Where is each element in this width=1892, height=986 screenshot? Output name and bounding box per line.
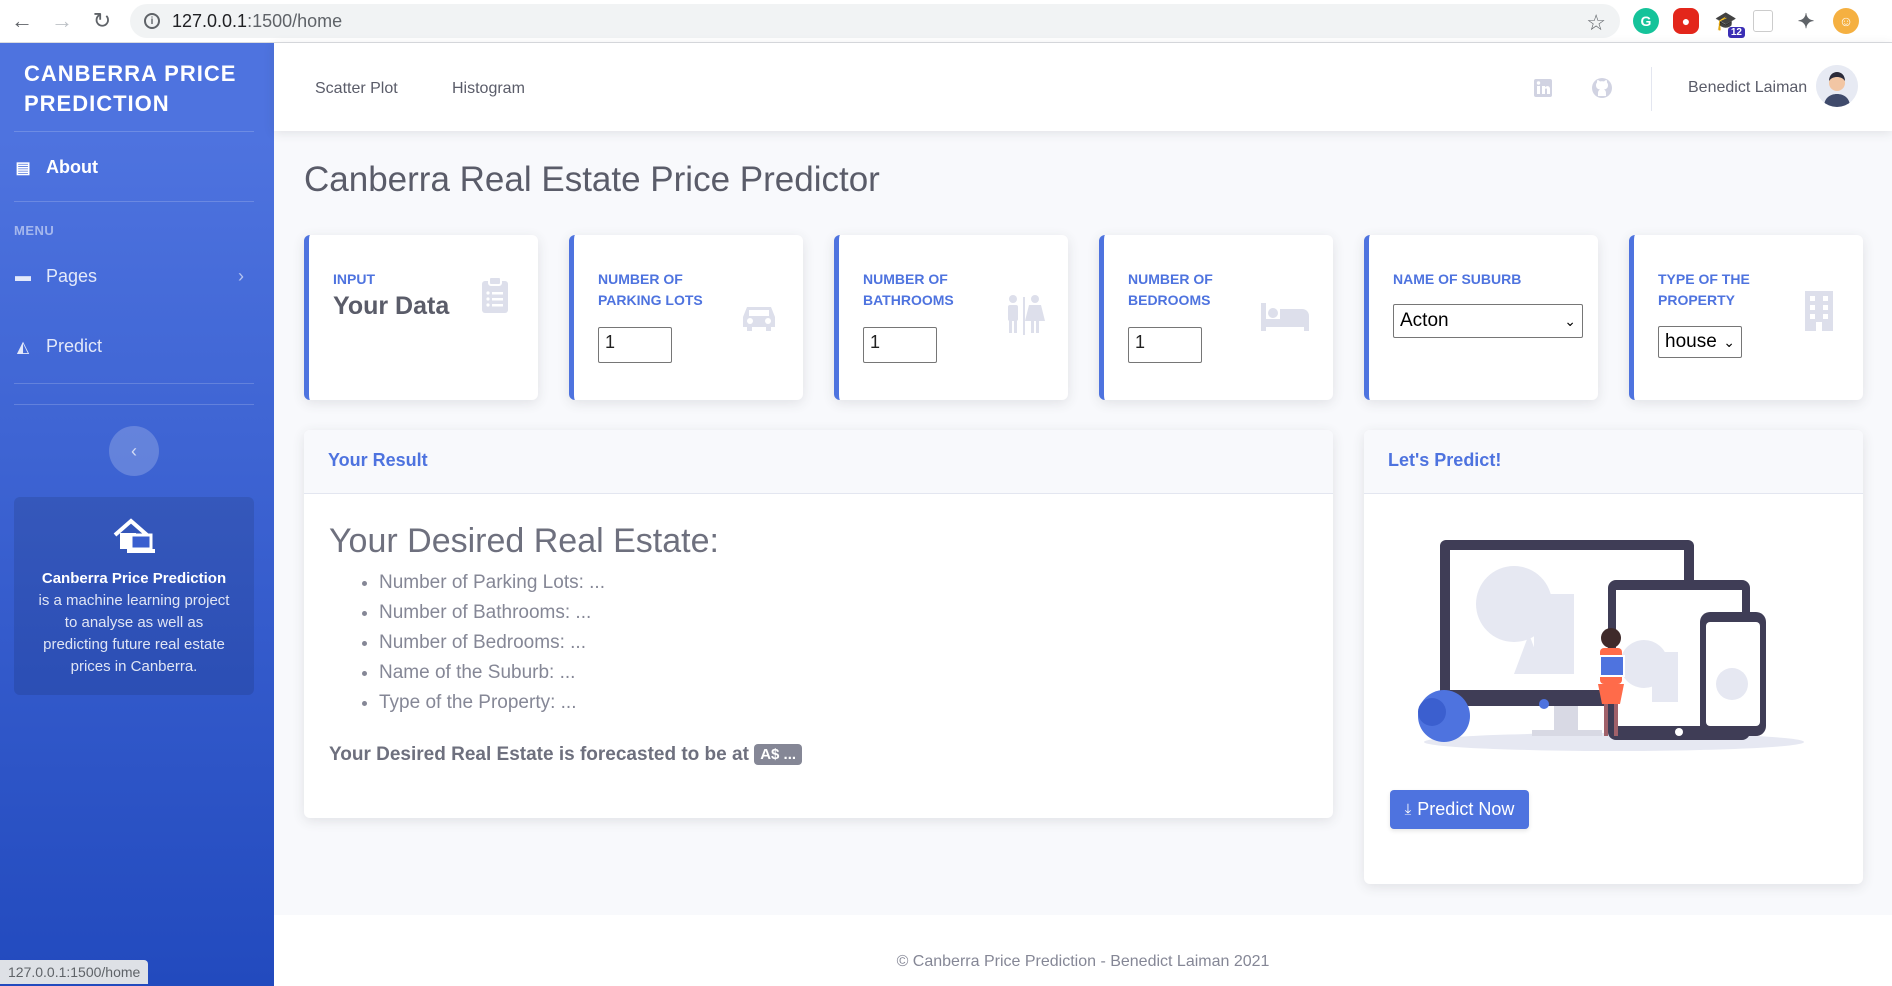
reload-icon[interactable]: ↻ — [84, 3, 120, 39]
clipboard-list-icon — [482, 276, 508, 313]
footer-copyright: © Canberra Price Prediction - Benedict L… — [896, 953, 1270, 970]
suburb-select[interactable]: Acton ⌄ — [1393, 304, 1583, 338]
devices-illustration — [1418, 540, 1804, 751]
user-name[interactable]: Benedict Laiman — [1688, 79, 1807, 97]
parking-lots-input[interactable]: 1 — [598, 327, 672, 363]
card-suburb: NAME OF SUBURB Acton ⌄ — [1364, 235, 1598, 400]
card-label: NUMBER OF PARKING LOTS — [598, 271, 703, 308]
list-item: Number of Parking Lots: ... — [379, 568, 605, 598]
card-label: NUMBER OF BEDROOMS — [1128, 271, 1213, 308]
page-title: Canberra Real Estate Price Predictor — [304, 160, 880, 199]
card-property-type: TYPE OF THE PROPERTY house ⌄ — [1629, 235, 1863, 400]
grammarly-extension-icon[interactable]: G — [1633, 8, 1659, 34]
result-panel: Your Result Your Desired Real Estate: Nu… — [304, 430, 1333, 818]
sidebar-info-text: Canberra Price Prediction is a machine l… — [38, 570, 230, 675]
sidebar-item-label: Pages — [46, 266, 98, 286]
suburb-select-value: Acton — [1400, 310, 1449, 331]
topbar: Scatter Plot Histogram Benedict Laiman — [274, 43, 1892, 131]
property-type-select-value: house — [1665, 331, 1717, 352]
linkedin-icon[interactable] — [1532, 77, 1554, 99]
property-type-select[interactable]: house ⌄ — [1658, 326, 1742, 358]
result-panel-header: Your Result — [304, 430, 1333, 494]
topbar-divider — [1651, 67, 1652, 111]
card-label: NUMBER OF BATHROOMS — [863, 271, 954, 308]
house-laptop-icon — [113, 518, 155, 553]
car-icon — [743, 307, 775, 331]
result-title: Your Desired Real Estate: — [329, 522, 719, 560]
card-label: NAME OF SUBURB — [1393, 271, 1522, 287]
sidebar-item-label: Predict — [46, 336, 103, 356]
sidebar-item-pages[interactable]: ▬ Pages › — [14, 266, 254, 287]
calendar-extension-icon[interactable] — [1753, 10, 1773, 32]
building-icon — [1805, 291, 1833, 331]
forecast-text: Your Desired Real Estate is forecasted t… — [329, 744, 803, 766]
list-item: Number of Bedrooms: ... — [379, 628, 605, 658]
list-item: Type of the Property: ... — [379, 688, 605, 718]
extensions-puzzle-icon[interactable]: ✦ — [1793, 8, 1819, 34]
download-icon: ⤓ — [1404, 801, 1412, 818]
sidebar-divider — [14, 201, 254, 202]
chevron-right-icon: › — [238, 266, 244, 286]
card-label: TYPE OF THE PROPERTY — [1658, 271, 1750, 308]
chart-area-icon: ◭ — [16, 338, 30, 356]
list-item: Number of Bathrooms: ... — [379, 598, 605, 628]
graduation-cap-extension-icon[interactable]: 🎓 12 — [1713, 8, 1745, 38]
card-label: INPUT — [333, 271, 375, 287]
card-bathrooms: NUMBER OF BATHROOMS 1 — [834, 235, 1068, 400]
github-icon[interactable] — [1591, 77, 1613, 99]
card-input: INPUT Your Data — [304, 235, 538, 400]
predict-panel: Let's Predict! ⤓ Predict Now — [1364, 430, 1863, 884]
nav-histogram[interactable]: Histogram — [452, 80, 525, 98]
back-icon[interactable]: ← — [4, 3, 40, 39]
sidebar-item-predict[interactable]: ◭ Predict — [14, 336, 254, 357]
profile-avatar-icon[interactable]: ☺ — [1833, 8, 1859, 34]
price-badge: A$ ... — [754, 744, 803, 766]
url-text: 127.0.0.1:1500/home — [172, 10, 343, 31]
restroom-icon — [1008, 295, 1045, 335]
sidebar-divider — [14, 383, 254, 384]
predict-panel-header: Let's Predict! — [1364, 430, 1863, 494]
bookmark-star-icon[interactable]: ☆ — [1586, 10, 1606, 36]
avatar[interactable] — [1816, 65, 1858, 107]
result-list: Number of Parking Lots: ... Number of Ba… — [329, 568, 605, 718]
forward-icon[interactable]: → — [44, 3, 80, 39]
browser-toolbar: ← → ↻ i 127.0.0.1:1500/home ☆ G ● 🎓 12 ✦ … — [0, 0, 1892, 43]
sidebar-item-label: About — [46, 157, 98, 177]
sidebar-heading: MENU — [14, 223, 55, 238]
adblock-extension-icon[interactable]: ● — [1673, 8, 1699, 34]
folder-icon: ▬ — [15, 267, 31, 285]
sidebar-info-card: Canberra Price Prediction is a machine l… — [14, 497, 254, 695]
footer: © Canberra Price Prediction - Benedict L… — [274, 915, 1892, 986]
bathrooms-input[interactable]: 1 — [863, 327, 937, 363]
sidebar-item-about[interactable]: ▤ About — [14, 157, 254, 178]
chevron-down-icon: ⌄ — [1564, 312, 1576, 329]
card-value: Your Data — [333, 292, 450, 320]
sidebar-brand[interactable]: CANBERRA PRICE PREDICTION — [24, 59, 254, 119]
address-bar[interactable]: i 127.0.0.1:1500/home ☆ — [130, 4, 1620, 38]
book-icon: ▤ — [15, 159, 31, 177]
list-item: Name of the Suburb: ... — [379, 658, 605, 688]
sidebar-divider — [14, 131, 254, 132]
bedrooms-input[interactable]: 1 — [1128, 327, 1202, 363]
status-bar-url: 127.0.0.1:1500/home — [0, 960, 149, 984]
sidebar: CANBERRA PRICE PREDICTION ▤ About MENU ▬… — [0, 43, 274, 986]
chevron-down-icon: ⌄ — [1723, 333, 1735, 350]
card-parking-lots: NUMBER OF PARKING LOTS 1 — [569, 235, 803, 400]
sidebar-divider — [14, 404, 254, 405]
nav-scatter-plot[interactable]: Scatter Plot — [315, 80, 398, 98]
bed-icon — [1261, 303, 1309, 331]
site-info-icon[interactable]: i — [144, 13, 160, 29]
sidebar-toggle-button[interactable]: ‹ — [109, 426, 159, 476]
card-bedrooms: NUMBER OF BEDROOMS 1 — [1099, 235, 1333, 400]
predict-now-button[interactable]: ⤓ Predict Now — [1390, 790, 1529, 829]
predict-now-label: Predict Now — [1417, 799, 1515, 819]
